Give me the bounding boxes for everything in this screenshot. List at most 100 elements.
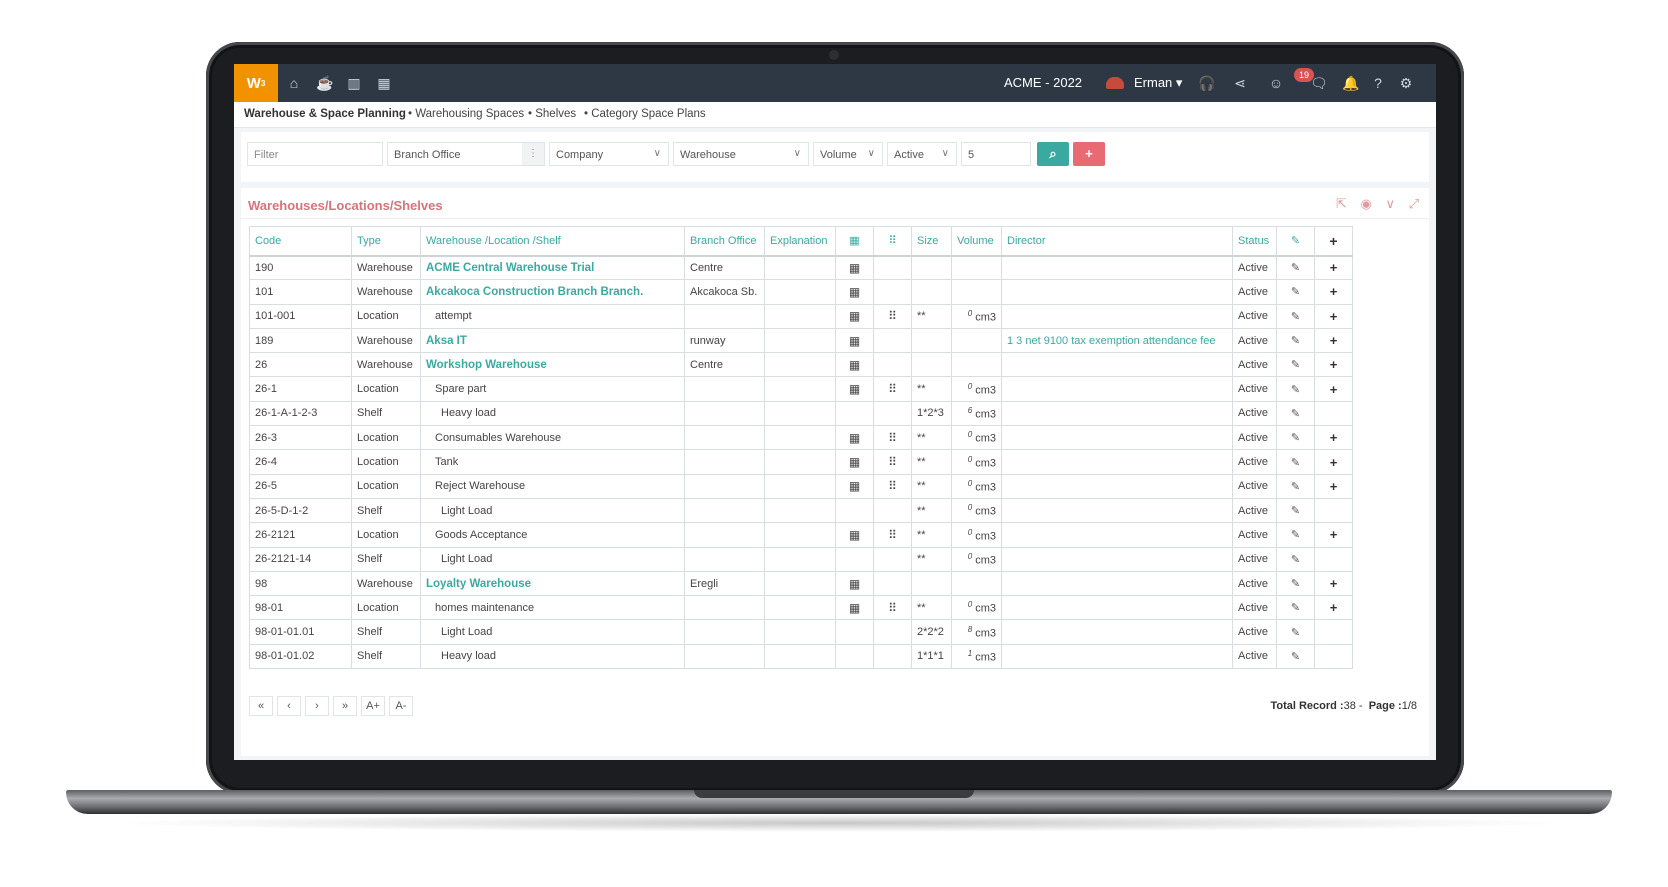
pencil-icon[interactable]: ✎ bbox=[1291, 311, 1300, 323]
expand-icon[interactable]: ⤢ bbox=[1409, 196, 1419, 211]
cell-grid-large[interactable]: ▦ bbox=[835, 425, 874, 451]
cell-edit[interactable]: ✎ bbox=[1276, 643, 1315, 670]
pencil-icon[interactable]: ✎ bbox=[1291, 384, 1300, 396]
plus-icon[interactable]: + bbox=[1330, 357, 1338, 372]
grid-large-icon[interactable]: ▦ bbox=[849, 358, 860, 372]
table-row[interactable]: 26-2121-14 Shelf Light Load ** 0 cm3 Active ✎ bbox=[249, 546, 1353, 572]
table-row[interactable]: 98-01-01.01 Shelf Light Load 2*2*2 8 cm3 Acti… bbox=[249, 619, 1353, 645]
plus-icon[interactable]: + bbox=[1330, 576, 1338, 591]
company-select[interactable]: Company ∨ bbox=[549, 142, 669, 166]
grid-small-icon[interactable]: ⠿ bbox=[888, 382, 897, 396]
cell-grid-large[interactable]: ▦ bbox=[835, 449, 874, 475]
pencil-icon[interactable]: ✎ bbox=[1291, 602, 1300, 614]
plus-icon[interactable]: + bbox=[1330, 333, 1338, 348]
cell-add[interactable]: + bbox=[1314, 449, 1353, 475]
company-selector[interactable]: ACME - 2022 bbox=[1004, 75, 1082, 90]
pencil-icon[interactable]: ✎ bbox=[1291, 286, 1300, 298]
cell-name[interactable]: ACME Central Warehouse Trial bbox=[420, 254, 685, 281]
pencil-icon[interactable]: ✎ bbox=[1291, 432, 1300, 444]
smiley-icon[interactable]: ☺ bbox=[1268, 75, 1284, 91]
pencil-icon[interactable]: ✎ bbox=[1291, 408, 1300, 420]
pencil-icon[interactable]: ✎ bbox=[1291, 457, 1300, 469]
export-icon[interactable]: ⇱ bbox=[1336, 196, 1347, 211]
collapse-icon[interactable]: ∨ bbox=[1385, 196, 1395, 211]
grid-large-icon[interactable]: ▦ bbox=[849, 479, 860, 493]
search-button[interactable]: ⌕ bbox=[1037, 142, 1069, 166]
table-row[interactable]: 98 Warehouse Loyalty Warehouse Eregli ▦ Acti… bbox=[249, 570, 1353, 597]
cell-edit[interactable]: ✎ bbox=[1276, 497, 1315, 524]
page-size-input[interactable]: 5 bbox=[961, 142, 1031, 166]
breadcrumb-item[interactable]: Warehouse & Space Planning bbox=[244, 108, 406, 120]
plus-icon[interactable]: + bbox=[1330, 479, 1338, 494]
more-vert-icon[interactable]: ⋮ bbox=[522, 143, 544, 165]
grid-small-icon[interactable]: ⠿ bbox=[888, 601, 897, 615]
cell-name[interactable]: Workshop Warehouse bbox=[420, 352, 685, 378]
cell-grid-small[interactable]: ⠿ bbox=[873, 303, 912, 329]
cell-grid-small[interactable]: ⠿ bbox=[873, 595, 912, 621]
table-row[interactable]: 26-4 Location Tank ▦ ⠿ ** 0 cm3 Active ✎ + bbox=[249, 449, 1353, 475]
grid-large-icon[interactable]: ▦ bbox=[849, 455, 860, 469]
cell-name[interactable]: Aksa IT bbox=[420, 327, 685, 354]
cell-add[interactable]: + bbox=[1314, 570, 1353, 597]
pencil-icon[interactable]: ✎ bbox=[1291, 335, 1300, 347]
cell-name[interactable]: Loyalty Warehouse bbox=[420, 570, 685, 597]
grid-small-icon[interactable]: ⠿ bbox=[888, 479, 897, 493]
cell-edit[interactable]: ✎ bbox=[1276, 327, 1315, 354]
plus-icon[interactable]: + bbox=[1330, 455, 1338, 470]
chat-icon[interactable]: 🗨 bbox=[1310, 75, 1328, 91]
cell-add[interactable]: + bbox=[1314, 303, 1353, 329]
cell-add[interactable]: + bbox=[1314, 352, 1353, 378]
header-explanation[interactable]: Explanation bbox=[764, 226, 836, 257]
table-row[interactable]: 26-1 Location Spare part ▦ ⠿ ** 0 cm3 Active ✎ + bbox=[249, 376, 1353, 402]
plus-icon[interactable]: + bbox=[1330, 600, 1338, 615]
cell-edit[interactable]: ✎ bbox=[1276, 303, 1315, 329]
header-grid-small[interactable]: ⠿ bbox=[873, 226, 912, 257]
grid-large-icon[interactable]: ▦ bbox=[849, 382, 860, 396]
header-director[interactable]: Director bbox=[1001, 226, 1233, 257]
cell-grid-small[interactable]: ⠿ bbox=[873, 522, 912, 548]
bell-icon[interactable]: 🔔 bbox=[1342, 75, 1359, 91]
cell-edit[interactable]: ✎ bbox=[1276, 619, 1315, 645]
header-add[interactable]: + bbox=[1314, 226, 1353, 257]
cell-edit[interactable]: ✎ bbox=[1276, 473, 1315, 499]
plus-icon[interactable]: + bbox=[1330, 382, 1338, 397]
grid-small-icon[interactable]: ⠿ bbox=[888, 431, 897, 445]
cell-add[interactable]: + bbox=[1314, 595, 1353, 621]
eye-icon[interactable]: ◉ bbox=[1360, 196, 1371, 211]
first-page-button[interactable]: « bbox=[249, 696, 273, 716]
cell-name[interactable]: Akcakoca Construction Branch Branch. bbox=[420, 279, 685, 305]
cell-grid-large[interactable]: ▦ bbox=[835, 352, 874, 378]
cell-edit[interactable]: ✎ bbox=[1276, 400, 1315, 427]
cell-edit[interactable]: ✎ bbox=[1276, 425, 1315, 451]
prev-page-button[interactable]: ‹ bbox=[277, 696, 301, 716]
grid-large-icon[interactable]: ▦ bbox=[849, 261, 860, 275]
header-code[interactable]: Code bbox=[249, 226, 352, 257]
plus-icon[interactable]: + bbox=[1330, 527, 1338, 542]
table-row[interactable]: 98-01 Location homes maintenance ▦ ⠿ ** 0 cm3 A… bbox=[249, 595, 1353, 621]
header-name[interactable]: Warehouse /Location /Shelf bbox=[420, 226, 685, 257]
calendar-icon[interactable]: ▦ bbox=[376, 75, 392, 91]
pencil-icon[interactable]: ✎ bbox=[1291, 505, 1300, 517]
plus-icon[interactable]: + bbox=[1330, 309, 1338, 324]
font-decrease-button[interactable]: A- bbox=[389, 696, 413, 716]
header-branch[interactable]: Branch Office bbox=[684, 226, 765, 257]
table-row[interactable]: 26 Warehouse Workshop Warehouse Centre ▦ Act… bbox=[249, 352, 1353, 378]
header-size[interactable]: Size bbox=[911, 226, 952, 257]
breadcrumb-item[interactable]: • Shelves bbox=[528, 108, 576, 120]
cell-edit[interactable]: ✎ bbox=[1276, 595, 1315, 621]
grid-small-icon[interactable]: ⠿ bbox=[888, 455, 897, 469]
table-row[interactable]: 98-01-01.02 Shelf Heavy load 1*1*1 1 cm3 Acti… bbox=[249, 643, 1353, 670]
cell-grid-large[interactable]: ▦ bbox=[835, 279, 874, 305]
cell-edit[interactable]: ✎ bbox=[1276, 279, 1315, 305]
cell-edit[interactable]: ✎ bbox=[1276, 376, 1315, 402]
cell-grid-large[interactable]: ▦ bbox=[835, 570, 874, 597]
headset-icon[interactable]: 🎧 bbox=[1198, 75, 1215, 91]
grid-large-icon[interactable]: ▦ bbox=[849, 528, 860, 542]
grid-small-icon[interactable]: ⠿ bbox=[888, 309, 897, 323]
bar-chart-icon[interactable]: ▥ bbox=[346, 75, 362, 91]
help-icon[interactable]: ? bbox=[1370, 75, 1386, 91]
cell-grid-small[interactable]: ⠿ bbox=[873, 425, 912, 451]
next-page-button[interactable]: › bbox=[305, 696, 329, 716]
header-edit[interactable]: ✎ bbox=[1276, 226, 1315, 257]
add-button[interactable]: + bbox=[1073, 142, 1105, 166]
